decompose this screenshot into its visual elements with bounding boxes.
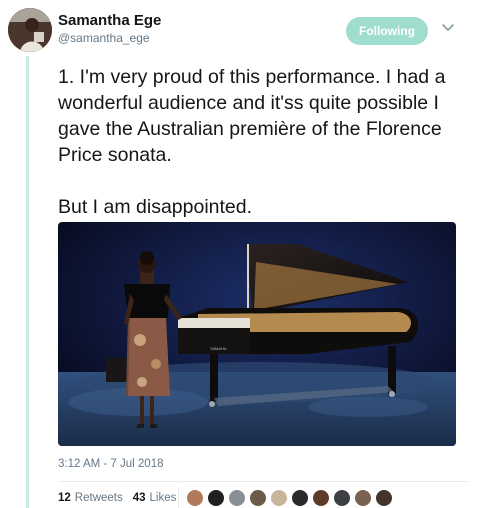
tweet-photo[interactable]: YAMAHA: [58, 222, 456, 446]
thread-line: [26, 56, 29, 508]
likes-label: Likes: [149, 492, 177, 504]
likes-stat[interactable]: 43 Likes: [133, 492, 177, 504]
tweet-text: 1. I'm very proud of this performance. I…: [58, 66, 446, 218]
liker-avatar[interactable]: [312, 489, 330, 507]
tweet-timestamp[interactable]: 3:12 AM - 7 Jul 2018: [58, 458, 163, 470]
avatar[interactable]: [8, 8, 52, 52]
liker-avatar[interactable]: [375, 489, 393, 507]
liker-avatars: [186, 489, 393, 507]
author-name[interactable]: Samantha Ege: [58, 12, 161, 29]
liker-avatar[interactable]: [186, 489, 204, 507]
retweets-stat[interactable]: 12 Retweets: [58, 492, 123, 504]
liker-avatar[interactable]: [354, 489, 372, 507]
piano-brand: YAMAHA: [210, 346, 227, 351]
retweets-count: 12: [58, 492, 71, 504]
stats-separator: [178, 487, 179, 508]
following-button[interactable]: Following: [346, 17, 428, 45]
likes-count: 43: [132, 492, 146, 504]
liker-avatar[interactable]: [333, 489, 351, 507]
liker-avatar[interactable]: [291, 489, 309, 507]
chevron-down-icon[interactable]: [441, 20, 455, 34]
liker-avatar[interactable]: [207, 489, 225, 507]
liker-avatar[interactable]: [228, 489, 246, 507]
retweets-label: Retweets: [74, 492, 123, 504]
liker-avatar[interactable]: [249, 489, 267, 507]
liker-avatar[interactable]: [270, 489, 288, 507]
tweet-stats: 12 Retweets 43 Likes: [58, 492, 176, 504]
divider: [58, 481, 468, 482]
author-handle[interactable]: @samantha_ege: [58, 31, 150, 45]
